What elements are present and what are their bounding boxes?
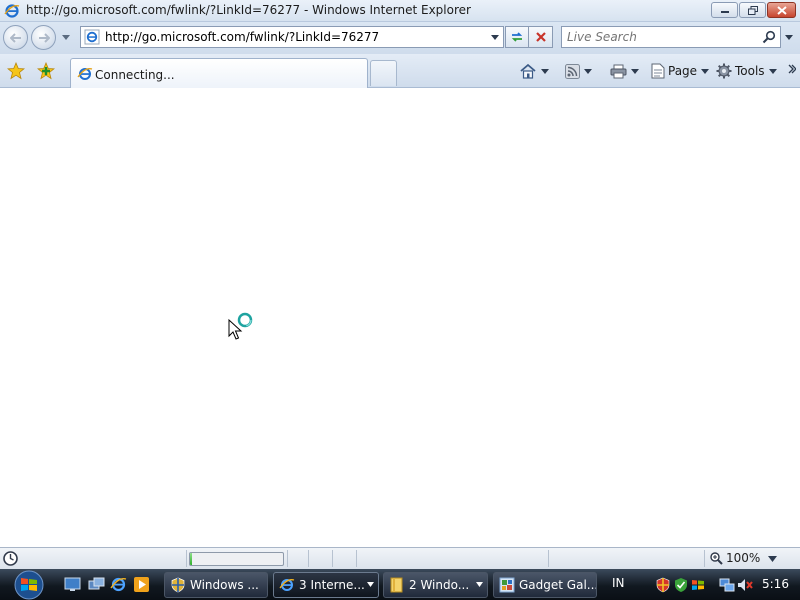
tab-connecting[interactable]: Connecting... [70, 58, 368, 88]
tools-menu-label: Tools [735, 64, 765, 78]
busy-cursor-icon [228, 312, 253, 340]
loading-clock-icon [3, 551, 18, 566]
recent-pages-dropdown[interactable] [61, 32, 71, 42]
switch-windows-icon[interactable] [88, 576, 105, 593]
volume-muted-icon[interactable] [737, 577, 753, 593]
feeds-button[interactable] [565, 61, 592, 81]
media-player-icon[interactable] [133, 576, 150, 593]
command-bar: Connecting... Page Tools [0, 54, 800, 88]
minimize-button[interactable] [711, 2, 738, 18]
taskbar-item-label: Gadget Gal... [519, 578, 597, 592]
ie-icon [279, 579, 295, 591]
stop-button[interactable] [529, 26, 553, 48]
minimize-icon [720, 11, 729, 13]
back-arrow-icon [9, 32, 21, 43]
refresh-button[interactable] [505, 26, 529, 48]
search-box[interactable] [561, 26, 781, 48]
search-options-icon[interactable] [784, 32, 794, 42]
print-button[interactable] [610, 61, 639, 81]
chevron-down-icon [701, 68, 710, 74]
taskbar: Windows ... 3 Interne... 2 Windo... Gadg… [0, 569, 800, 600]
ie-logo-icon [4, 4, 20, 18]
zoom-magnifier-icon [710, 551, 723, 565]
ie-quicklaunch-icon[interactable] [110, 576, 127, 593]
page-icon [651, 63, 665, 79]
address-bar[interactable] [80, 26, 504, 48]
taskbar-item-windows-explorer[interactable]: 2 Windo... [383, 572, 488, 598]
add-to-favorites-icon[interactable] [37, 62, 55, 80]
page-load-progress [189, 552, 284, 566]
start-button[interactable] [9, 569, 49, 600]
back-button[interactable] [3, 25, 28, 50]
zoom-control[interactable]: 100% [710, 551, 760, 565]
taskbar-item-windows-security[interactable]: Windows ... [164, 572, 268, 598]
ie-page-icon [84, 29, 100, 45]
chevron-down-icon [631, 68, 639, 74]
taskbar-item-label: 2 Windo... [409, 578, 470, 592]
status-bar: 100% [0, 547, 800, 569]
more-commands-icon[interactable] [788, 64, 796, 76]
progress-fill [190, 553, 192, 565]
taskbar-item-label: 3 Interne... [299, 578, 365, 592]
page-content[interactable] [0, 89, 800, 546]
zoom-dropdown-icon[interactable] [768, 556, 777, 562]
gadget-icon [499, 577, 515, 593]
ie-page-icon [77, 68, 93, 80]
restore-button[interactable] [739, 2, 766, 18]
chevron-down-icon [541, 68, 549, 74]
favorites-center-icon[interactable] [7, 62, 25, 80]
status-divider [704, 550, 705, 567]
page-menu-label: Page [668, 64, 698, 78]
gear-icon [716, 63, 732, 79]
chevron-down-icon [768, 68, 777, 74]
close-icon [776, 5, 787, 15]
shield-icon [171, 577, 185, 593]
address-dropdown-icon[interactable] [490, 32, 500, 42]
window-title: http://go.microsoft.com/fwlink/?LinkId=7… [26, 3, 471, 17]
status-divider [332, 550, 333, 567]
status-divider [356, 550, 357, 567]
new-tab-button[interactable] [370, 60, 397, 86]
chevron-down-icon [584, 68, 592, 74]
windows-logo-icon [14, 570, 44, 599]
navigation-bar [0, 22, 800, 54]
rss-feed-icon [565, 63, 580, 79]
update-check-icon[interactable] [673, 577, 689, 593]
chevron-down-icon [367, 582, 374, 587]
printer-icon [610, 64, 627, 78]
refresh-icon [511, 32, 523, 42]
taskbar-item-internet-explorer[interactable]: 3 Interne... [273, 572, 379, 598]
system-clock[interactable]: 5:16 [762, 577, 789, 591]
address-input[interactable] [105, 30, 485, 44]
status-divider [308, 550, 309, 567]
security-alert-icon[interactable] [655, 577, 671, 593]
status-divider [287, 550, 288, 567]
forward-button[interactable] [31, 25, 56, 50]
search-icon[interactable] [762, 30, 776, 44]
status-divider [186, 550, 187, 567]
restore-icon [747, 5, 758, 15]
tab-label: Connecting... [95, 68, 175, 82]
search-input[interactable] [567, 30, 757, 44]
stop-icon [535, 32, 546, 42]
chevron-down-icon [62, 34, 70, 40]
close-button[interactable] [767, 2, 796, 18]
title-bar[interactable]: http://go.microsoft.com/fwlink/?LinkId=7… [0, 0, 800, 22]
status-divider [548, 550, 549, 567]
windows-flag-icon[interactable] [690, 577, 706, 593]
show-desktop-icon[interactable] [64, 576, 81, 593]
tools-menu-button[interactable]: Tools [716, 61, 777, 81]
zoom-level: 100% [726, 551, 761, 565]
language-indicator[interactable]: IN [612, 576, 625, 590]
home-button[interactable] [519, 61, 549, 81]
page-menu-button[interactable]: Page [651, 61, 710, 81]
network-icon[interactable] [719, 577, 735, 593]
folder-icon [390, 577, 403, 593]
chevron-down-icon [476, 582, 483, 587]
home-icon [520, 63, 536, 79]
forward-arrow-icon [38, 32, 50, 43]
taskbar-item-label: Windows ... [190, 578, 259, 592]
taskbar-item-gadget-gallery[interactable]: Gadget Gal... [493, 572, 597, 598]
